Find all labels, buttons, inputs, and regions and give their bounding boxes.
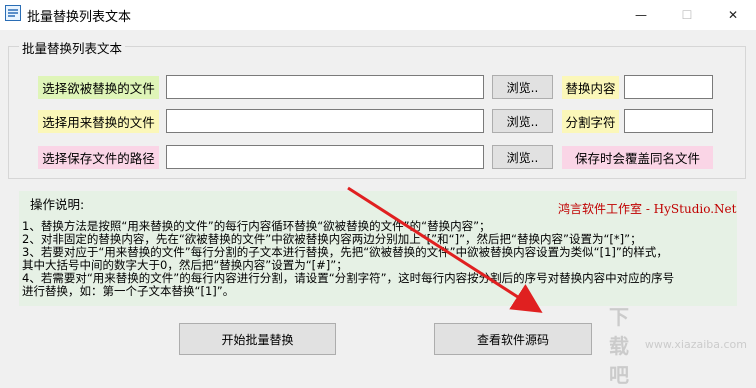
brand-label: 鸿言软件工作室 - HyStudio.Net xyxy=(558,202,737,216)
source-file-label: 选择用来替换的文件 xyxy=(38,110,159,133)
maximize-icon: ☐ xyxy=(681,8,693,22)
split-char-input[interactable] xyxy=(624,109,713,133)
instructions-title: 操作说明: xyxy=(30,197,85,212)
replace-content-label: 替换内容 xyxy=(562,76,619,99)
close-button[interactable]: ✕ xyxy=(710,0,756,30)
source-file-input[interactable] xyxy=(166,109,484,133)
start-replace-button[interactable]: 开始批量替换 xyxy=(179,323,336,355)
watermark: 下载吧 www.xiazaiba.com xyxy=(609,305,747,387)
instruction-line: 进行替换，如：第一个子文本替换“[1]”。 xyxy=(22,284,235,298)
watermark-url: www.xiazaiba.com xyxy=(644,337,747,351)
replace-content-input[interactable] xyxy=(624,75,713,99)
target-file-input[interactable] xyxy=(166,75,484,99)
window-title: 批量替换列表文本 xyxy=(27,10,132,25)
group-title: 批量替换列表文本 xyxy=(19,38,126,57)
view-source-button[interactable]: 查看软件源码 xyxy=(434,323,592,355)
split-char-label: 分割字符 xyxy=(562,110,619,133)
browse-save-button[interactable]: 浏览.. xyxy=(492,145,553,169)
browse-source-button[interactable]: 浏览.. xyxy=(492,109,553,133)
maximize-button[interactable]: ☐ xyxy=(664,0,710,30)
save-path-input[interactable] xyxy=(166,145,484,169)
watermark-text: 下载吧 xyxy=(609,304,630,387)
overwrite-note-label: 保存时会覆盖同名文件 xyxy=(562,146,713,169)
close-icon: ✕ xyxy=(727,8,739,22)
minimize-button[interactable]: — xyxy=(618,0,664,30)
browse-target-button[interactable]: 浏览.. xyxy=(492,75,553,99)
target-file-label: 选择欲被替换的文件 xyxy=(38,76,159,99)
app-icon xyxy=(5,5,21,21)
minimize-icon: — xyxy=(635,8,647,22)
save-path-label: 选择保存文件的路径 xyxy=(38,146,159,169)
